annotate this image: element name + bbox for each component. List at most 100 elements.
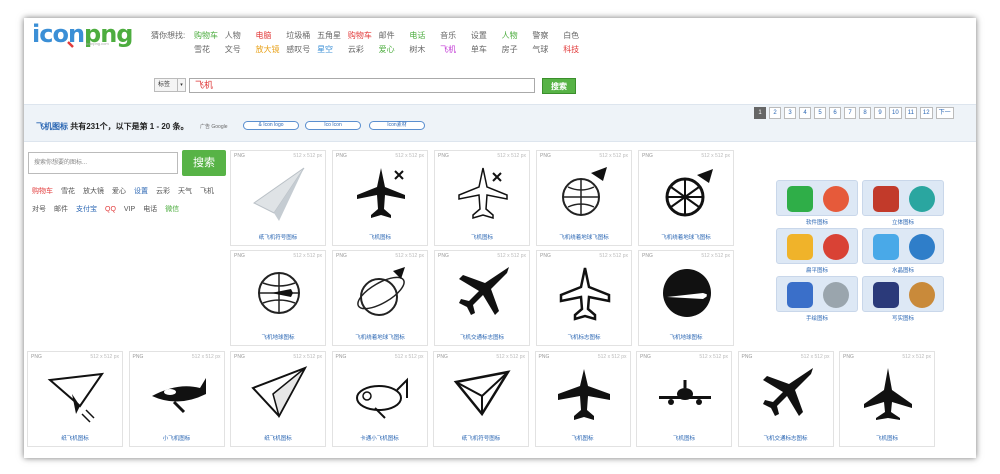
icon-card[interactable]: PNG 512 x 512 px 纸飞机图标 bbox=[27, 351, 123, 447]
page-link[interactable]: 3 bbox=[784, 107, 796, 119]
card-title[interactable]: 纸飞机图标 bbox=[231, 434, 325, 442]
keyword-link[interactable]: 树木 bbox=[409, 44, 440, 55]
card-title[interactable]: 飞机绕着地球飞图标 bbox=[537, 233, 631, 241]
side-search-input[interactable]: 搜索你想要的图标... bbox=[28, 152, 178, 174]
icon-card[interactable]: PNG 512 x 512 px 飞机图标 bbox=[534, 351, 631, 447]
page-link[interactable]: 4 bbox=[799, 107, 811, 119]
keyword-link[interactable]: 爱心 bbox=[379, 44, 410, 55]
card-title[interactable]: 飞机图标 bbox=[536, 434, 630, 442]
card-title[interactable]: 纸飞机符号图标 bbox=[231, 233, 325, 241]
card-title[interactable]: 小飞机图标 bbox=[130, 434, 224, 442]
icon-card[interactable]: PNG 512 x 512 px 飞机图标 bbox=[636, 351, 732, 447]
keyword-link[interactable]: 感叹号 bbox=[286, 44, 317, 55]
category-tile[interactable]: 扁平图标 bbox=[776, 228, 858, 276]
card-title[interactable]: 飞机图标 bbox=[435, 233, 529, 241]
search-button[interactable]: 搜索 bbox=[542, 78, 576, 94]
keyword-link[interactable]: 雪花 bbox=[194, 44, 225, 55]
side-tag-link[interactable]: 爱心 bbox=[112, 186, 126, 196]
site-logo[interactable]: iconpng iconpng.com bbox=[32, 20, 133, 50]
icon-card[interactable]: PNG 512 x 512 px 飞机地球图标 bbox=[638, 250, 734, 346]
keyword-link[interactable]: 电脑 bbox=[256, 30, 287, 41]
keyword-link[interactable]: 人物 bbox=[225, 30, 256, 41]
keyword-link[interactable]: 购物车 bbox=[194, 30, 225, 41]
keyword-link[interactable]: 邮件 bbox=[379, 30, 410, 41]
side-tag-link[interactable]: 微信 bbox=[165, 204, 179, 214]
card-title[interactable]: 飞机标志图标 bbox=[537, 333, 631, 341]
icon-card[interactable]: PNG 512 x 512 px 纸飞机图标 bbox=[230, 351, 326, 447]
side-tag-link[interactable]: 设置 bbox=[134, 186, 148, 196]
keyword-link[interactable]: 云彩 bbox=[348, 44, 379, 55]
search-type-select[interactable]: 标签 ▾ bbox=[154, 78, 186, 92]
keyword-link[interactable]: 单车 bbox=[471, 44, 502, 55]
side-tag-link[interactable]: 飞机 bbox=[200, 186, 214, 196]
icon-card[interactable]: PNG 512 x 512 px 飞机交通标志图标 bbox=[737, 351, 834, 447]
icon-card[interactable]: PNG 512 x 512 px 飞机图标 bbox=[434, 150, 530, 246]
card-title[interactable]: 飞机图标 bbox=[333, 233, 427, 241]
side-tag-link[interactable]: 购物车 bbox=[32, 186, 53, 196]
ad-link-1[interactable]: & Icon logo bbox=[243, 121, 299, 130]
card-title[interactable]: 飞机地球图标 bbox=[639, 333, 733, 341]
card-title[interactable]: 纸飞机图标 bbox=[28, 434, 122, 442]
side-search-button[interactable]: 搜索 bbox=[182, 150, 226, 176]
side-tag-link[interactable]: QQ bbox=[105, 206, 116, 213]
keyword-link[interactable]: 电话 bbox=[409, 30, 440, 41]
page-link[interactable]: 7 bbox=[844, 107, 856, 119]
page-link[interactable]: 10 bbox=[889, 107, 902, 119]
side-tag-link[interactable]: 支付宝 bbox=[76, 204, 97, 214]
ad-link-2[interactable]: Ico Icon bbox=[305, 121, 361, 130]
card-title[interactable]: 飞机交通标志图标 bbox=[739, 434, 833, 442]
card-title[interactable]: 飞机地球图标 bbox=[231, 333, 325, 341]
icon-card[interactable]: PNG 512 x 512 px 飞机地球图标 bbox=[230, 250, 326, 346]
page-link[interactable]: 1 bbox=[754, 107, 766, 119]
icon-card[interactable]: PNG 512 x 512 px 纸飞机符号图标 bbox=[230, 150, 326, 246]
keyword-link[interactable]: 警察 bbox=[532, 30, 563, 41]
keyword-link[interactable]: 垃圾桶 bbox=[286, 30, 317, 41]
keyword-link[interactable]: 飞机 bbox=[440, 44, 471, 55]
category-tile[interactable]: 软件图标 bbox=[776, 180, 858, 228]
card-title[interactable]: 纸飞机符号图标 bbox=[434, 434, 528, 442]
page-link[interactable]: 12 bbox=[919, 107, 933, 119]
side-tag-link[interactable]: 电话 bbox=[143, 204, 157, 214]
keyword-link[interactable]: 文号 bbox=[225, 44, 256, 55]
search-input[interactable]: 飞机 bbox=[189, 78, 535, 93]
side-tag-link[interactable]: 对号 bbox=[32, 204, 46, 214]
icon-card[interactable]: PNG 512 x 512 px 飞机绕着地球飞图标 bbox=[332, 250, 428, 346]
keyword-link[interactable]: 购物车 bbox=[348, 30, 379, 41]
page-link[interactable]: 9 bbox=[874, 107, 886, 119]
keyword-link[interactable]: 人物 bbox=[502, 30, 533, 41]
side-tag-link[interactable]: 放大镜 bbox=[83, 186, 104, 196]
keyword-link[interactable]: 设置 bbox=[471, 30, 502, 41]
card-title[interactable]: 飞机图标 bbox=[637, 434, 731, 442]
icon-card[interactable]: PNG 512 x 512 px 飞机图标 bbox=[839, 351, 935, 447]
page-link[interactable]: 2 bbox=[769, 107, 781, 119]
icon-card[interactable]: PNG 512 x 512 px 飞机图标 bbox=[332, 150, 428, 246]
icon-card[interactable]: PNG 512 x 512 px 飞机绕着地球飞图标 bbox=[536, 150, 632, 246]
keyword-link[interactable]: 房子 bbox=[502, 44, 533, 55]
keyword-link[interactable]: 气球 bbox=[532, 44, 563, 55]
category-tile[interactable]: 写实图标 bbox=[862, 276, 944, 324]
ad-link-3[interactable]: Icon素材 bbox=[369, 121, 425, 130]
icon-card[interactable]: PNG 512 x 512 px 飞机绕着地球飞图标 bbox=[638, 150, 734, 246]
keyword-link[interactable]: 音乐 bbox=[440, 30, 471, 41]
keyword-link[interactable]: 放大镜 bbox=[256, 44, 287, 55]
side-tag-link[interactable]: 邮件 bbox=[54, 204, 68, 214]
page-link[interactable]: 5 bbox=[814, 107, 826, 119]
page-link[interactable]: 下一 bbox=[935, 107, 954, 119]
side-tag-link[interactable]: VIP bbox=[124, 206, 135, 213]
keyword-link[interactable]: 五角星 bbox=[317, 30, 348, 41]
category-tile[interactable]: 手绘图标 bbox=[776, 276, 858, 324]
category-tile[interactable]: 立体图标 bbox=[862, 180, 944, 228]
card-title[interactable]: 飞机绕着地球飞图标 bbox=[639, 233, 733, 241]
icon-card[interactable]: PNG 512 x 512 px 卡通小飞机图标 bbox=[331, 351, 428, 447]
icon-card[interactable]: PNG 512 x 512 px 飞机标志图标 bbox=[536, 250, 632, 346]
keyword-link[interactable]: 白色 bbox=[563, 30, 594, 41]
side-tag-link[interactable]: 云彩 bbox=[156, 186, 170, 196]
icon-card[interactable]: PNG 512 x 512 px 飞机交通标志图标 bbox=[434, 250, 530, 346]
icon-card[interactable]: PNG 512 x 512 px 小飞机图标 bbox=[128, 351, 225, 447]
keyword-link[interactable]: 星空 bbox=[317, 44, 348, 55]
card-title[interactable]: 飞机交通标志图标 bbox=[435, 333, 529, 341]
page-link[interactable]: 8 bbox=[859, 107, 871, 119]
page-link[interactable]: 6 bbox=[829, 107, 841, 119]
side-tag-link[interactable]: 天气 bbox=[178, 186, 192, 196]
keyword-link[interactable]: 科技 bbox=[563, 44, 594, 55]
